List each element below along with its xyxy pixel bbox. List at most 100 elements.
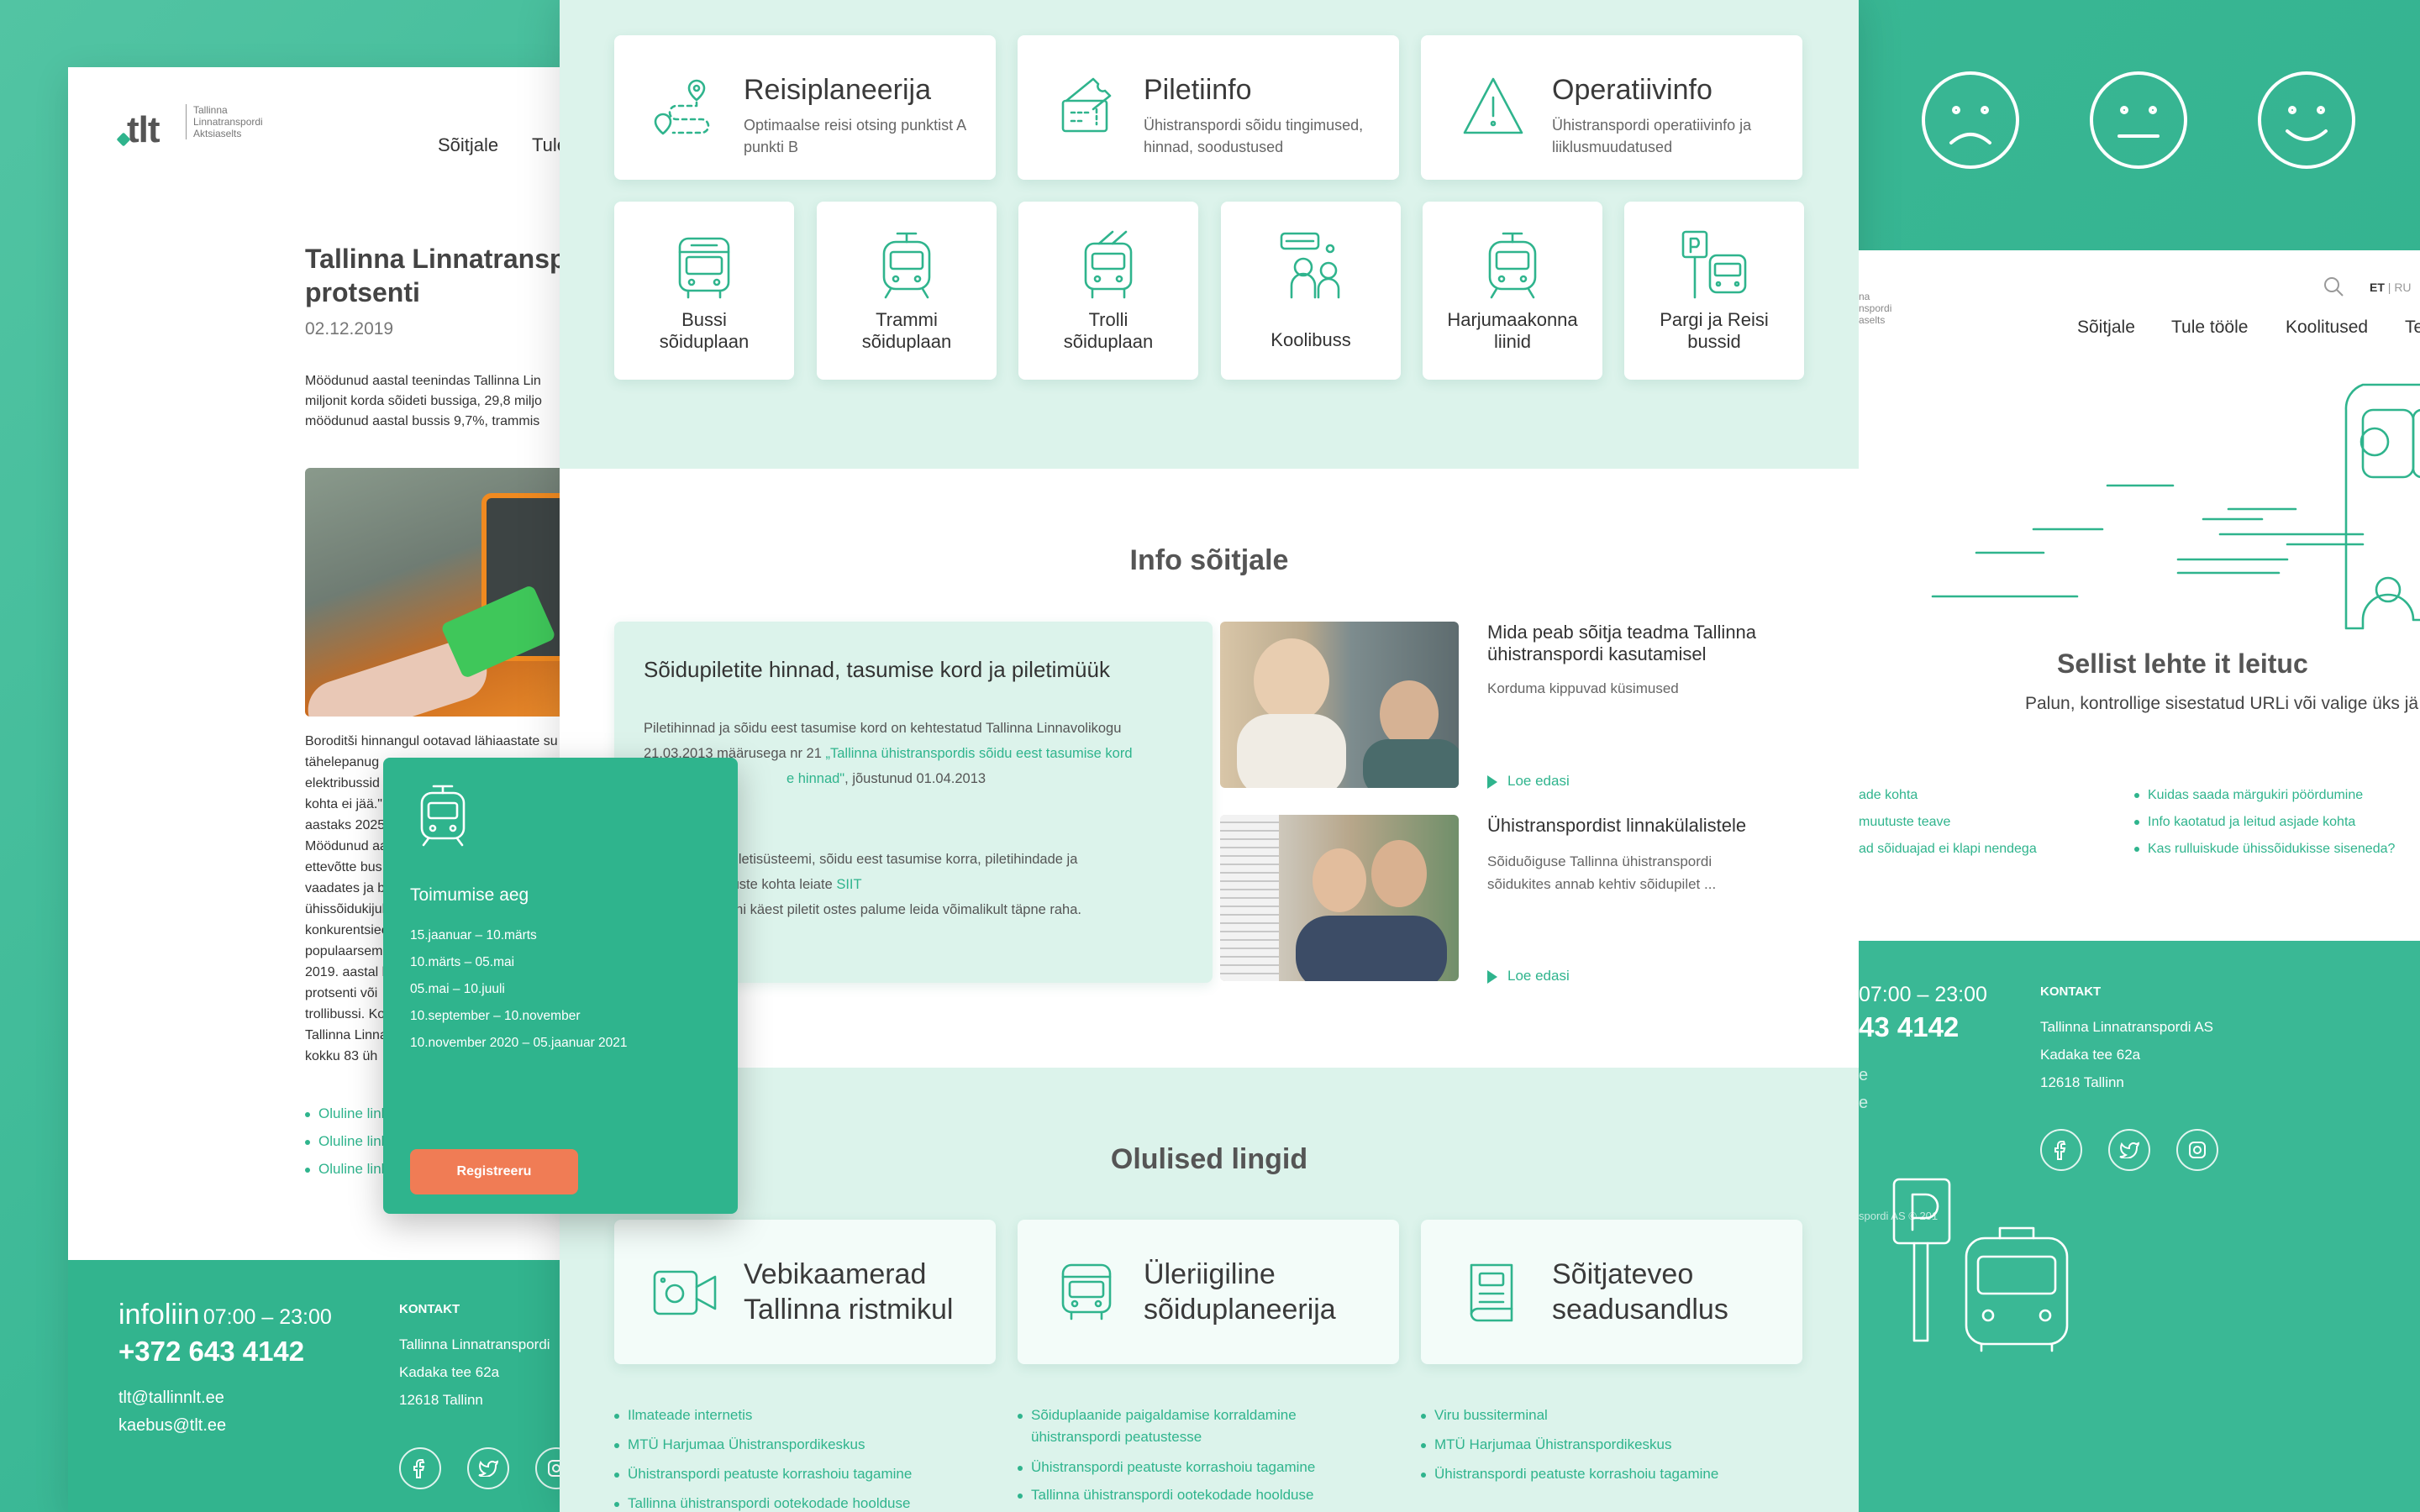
link-item[interactable]: MTÜ Harjumaa Ühistranspordikeskus [614,1436,865,1453]
tile-koolibuss[interactable]: Koolibuss [1221,202,1401,380]
oluline-link[interactable]: Oluline link [305,1105,388,1122]
link-item[interactable]: Ühistranspordi peatuste korrashoiu tagam… [614,1466,912,1483]
tram-icon [418,785,467,847]
article-description: Sõiduõiguse Tallinna ühistranspordi sõidu… [1487,850,1716,895]
regulation-link[interactable]: e hinnad" [786,771,844,786]
tile-trammi-soiduplaan[interactable]: Trammi sõiduplaan [817,202,997,380]
link-item[interactable]: ade kohta [1859,788,1918,803]
article-description: Korduma kippuvad küsimused [1487,680,1679,696]
ticket-info-text-line: tuste kohta leiate [728,877,837,892]
county-line-icon [1483,230,1542,299]
section-heading-info: Info sõitjale [1129,544,1289,576]
email-link[interactable]: tlt@tallinnlt.ee [118,1384,226,1412]
card-uleriigiline[interactable]: Üleriigiline sõiduplaneerija [1018,1220,1399,1364]
tile-pargi-ja-reisi[interactable]: Pargi ja Reisi bussid [1624,202,1804,380]
siit-link[interactable]: SIIT [836,877,861,892]
warning-icon [1463,76,1523,136]
tile-harjumaakonna-liinid[interactable]: Harjumaakonna liinid [1423,202,1602,380]
footer-phone[interactable]: 43 4142 [1859,1011,1959,1043]
tile-bussi-soiduplaan[interactable]: Bussi sõiduplaan [614,202,794,380]
link-item[interactable]: Ühistranspordi peatuste korrashoiu tagam… [1421,1466,1718,1483]
card-title: Operatiivinfo [1552,74,1712,106]
card-vebikaamerad[interactable]: Vebikaamerad Tallinna ristmikul [614,1220,996,1364]
link-label: Oluline link [318,1161,389,1177]
link-item[interactable]: muutuste teave [1859,815,1950,830]
article-title[interactable]: Ühistranspordist linnakülalistele [1487,815,1746,837]
article-title-line: Ühistranspordist linnakülalistele [1487,815,1747,836]
card-title-line: Sõitjateveo [1552,1258,1694,1290]
card-title-line: sõiduplaneerija [1144,1294,1336,1326]
oluline-link[interactable]: Oluline link [305,1161,388,1178]
nav-item-tule-toole[interactable]: Tule tööle [2171,318,2248,338]
company-line: Aktsiaselts [193,128,242,139]
lang-ru[interactable]: RU [2394,281,2411,294]
link-item[interactable]: ad sõiduajad ei klapi nendega [1859,842,2037,857]
law-book-icon [1466,1262,1517,1324]
nav-item-soitjale[interactable]: Sõitjale [2077,318,2135,338]
nav-item-koolitused[interactable]: Koolitused [2286,318,2368,338]
link-label: Ühistranspordi peatuste korrashoiu tagam… [1434,1466,1719,1482]
twitter-icon[interactable] [2108,1129,2150,1171]
card-title: Üleriigiline sõiduplaneerija [1144,1257,1336,1327]
card-title: Piletiinfo [1144,74,1252,106]
tile-label-line: sõiduplaan [1063,331,1154,352]
happy-face-icon[interactable] [2257,71,2356,170]
card-subtitle: Optimaalse reisi otsing punktist A punkti… [744,114,966,158]
link-item[interactable]: Ilmateade internetis [614,1407,752,1424]
link-label: ade kohta [1859,788,1918,802]
card-piletiinfo[interactable]: Piletiinfo Ühistranspordi sõidu tingimus… [1018,35,1399,180]
card-soitjateveo-seadusandlus[interactable]: Sõitjateveo seadusandlus [1421,1220,1802,1364]
card-subtitle-line: hinnad, soodustused [1144,139,1284,155]
link-item[interactable]: Sõiduplaanide paigaldamise korraldamine [1018,1407,1297,1424]
tile-trolli-soiduplaan[interactable]: Trolli sõiduplaan [1018,202,1198,380]
tile-label: Trolli sõiduplaan [1018,309,1198,353]
contact-heading: KONTAKT [2040,984,2102,999]
search-icon[interactable] [2323,276,2344,297]
sad-face-icon[interactable] [1921,71,2020,170]
contact-line: Tallinna Linnatranspordi [399,1336,550,1352]
link-item[interactable]: Kas rulluiskude ühissõidukisse siseneda? [2134,842,2395,857]
link-item[interactable]: Tallinna ühistranspordi ootekodade hoold… [614,1495,910,1512]
instagram-icon[interactable] [2176,1129,2218,1171]
lang-et[interactable]: ET [2370,281,2385,294]
article-photo-visitors [1220,815,1459,981]
link-label: Sõiduplaanide paigaldamise korraldamine [1031,1407,1297,1423]
contact-line: 12618 Tallinn [2040,1074,2124,1090]
error-message: Palun, kontrollige sisestatud URLi või v… [2025,694,2419,713]
read-more-link[interactable]: Loe edasi [1487,773,1570,790]
card-operatiivinfo[interactable]: Operatiivinfo Ühistranspordi operatiivin… [1421,35,1802,180]
link-label: MTÜ Harjumaa Ühistranspordikeskus [1434,1436,1672,1452]
company-line: nspordi [1859,302,1892,314]
nav-item-te[interactable]: Te [2405,318,2420,338]
link-item[interactable]: Kuidas saada märgukiri pöördumine [2134,788,2363,803]
link-item[interactable]: Info kaotatud ja leitud asjade kohta [2134,815,2355,830]
card-title: Reisiplaneerija [744,74,932,106]
link-item[interactable]: Ühistranspordi peatuste korrashoiu tagam… [1018,1459,1315,1476]
tlt-logo[interactable]: tlt [116,102,179,153]
link-item[interactable]: Tallinna ühistranspordi ootekodade hoold… [1018,1487,1313,1504]
neutral-face-icon[interactable] [2089,71,2188,170]
infoline-phone[interactable]: +372 643 4142 [118,1336,304,1368]
read-more-link[interactable]: Loe edasi [1487,968,1570,984]
services-section: Reisiplaneerija Optimaalse reisi otsing … [560,0,1859,469]
link-item[interactable]: MTÜ Harjumaa Ühistranspordikeskus [1421,1436,1671,1453]
email-link[interactable]: kaebus@tlt.ee [118,1412,226,1440]
link-item-continuation[interactable]: ühistranspordi peatustesse [1031,1429,1202,1446]
facebook-icon[interactable] [399,1447,441,1489]
oluline-link[interactable]: Oluline link [305,1133,388,1150]
card-reisiplaneerija[interactable]: Reisiplaneerija Optimaalse reisi otsing … [614,35,996,180]
company-line: na [1859,291,1870,302]
register-button[interactable]: Registreeru [410,1149,578,1194]
article-title[interactable]: Mida peab sõitja teadma Tallinna ühistran… [1487,622,1756,665]
twitter-icon[interactable] [467,1447,509,1489]
tile-label: Pargi ja Reisi bussid [1624,309,1804,353]
tile-label-line: Trammi [876,309,938,330]
facebook-icon[interactable] [2040,1129,2082,1171]
card-title-line: Tallinna ristmikul [744,1294,954,1326]
link-item[interactable]: Viru bussiterminal [1421,1407,1548,1424]
regulation-link[interactable]: „Tallinna ühistranspordis sõidu eest tas… [826,746,1133,761]
ticket-icon [1060,76,1115,136]
important-links-section: Olulised lingid Vebikaamerad Tallinna ris… [560,1068,1859,1512]
nav-item-soitjale[interactable]: Sõitjale [438,134,498,156]
bus-illustration [1926,383,2420,630]
